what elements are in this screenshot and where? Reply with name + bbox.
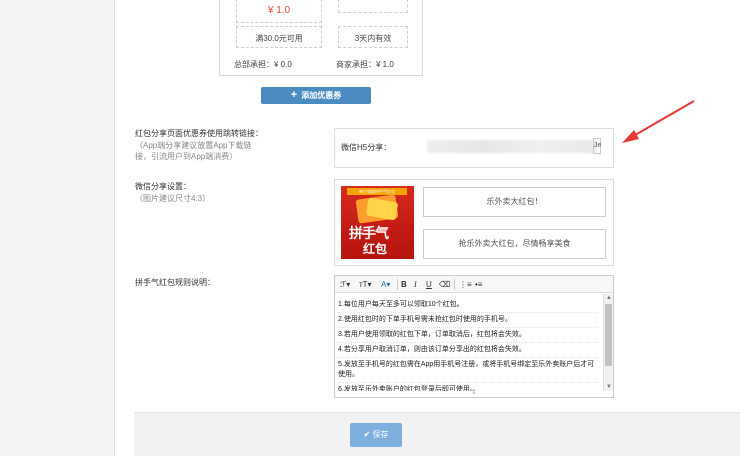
- share-image[interactable]: 每日领取拼手气红包 拼手气 红包: [341, 186, 414, 259]
- wechat-h5-input[interactable]: [427, 140, 597, 153]
- share-title-field[interactable]: 乐外卖大红包！: [423, 187, 606, 217]
- share-image-text-2: 红包: [363, 242, 388, 256]
- italic-icon[interactable]: I: [414, 279, 417, 290]
- coupon-validity: 3天内有效: [354, 34, 392, 43]
- wechat-share-panel: 每日领取拼手气红包 拼手气 红包 乐外卖大红包！ 抢乐外卖大红包，尽情畅享美食: [334, 179, 614, 266]
- editor-body[interactable]: 1.每位用户每天至多可以领取10个红包。 2.使用红包时的下单手机号需未抢红包时…: [335, 294, 601, 391]
- share-image-banner: 每日领取拼手气红包: [347, 188, 407, 195]
- redirect-link-panel: 微信H5分享： Je: [334, 128, 614, 168]
- toolbar-separator: [397, 279, 398, 290]
- wechat-share-label: 微信分享设置：: [135, 182, 191, 191]
- coupon-price: ¥ 1.0: [267, 5, 291, 16]
- wechat-h5-label: 微信H5分享：: [341, 143, 392, 152]
- scroll-up-icon[interactable]: ▲: [605, 294, 613, 302]
- save-bar: [134, 412, 740, 456]
- wechat-h5-input-end[interactable]: Je: [593, 138, 601, 154]
- font-family-icon[interactable]: ℱ▾: [340, 279, 350, 290]
- arrow-shaft: [629, 100, 695, 139]
- coupon-condition: 满30.0元可用: [255, 34, 303, 43]
- rules-editor: ℱ▾ тT▾ A▾ B I U ⌫ ⋮≡ •≡ 1.每位用户每天至多可以领取10…: [334, 275, 614, 398]
- add-coupon-button[interactable]: + 添加优惠券: [261, 87, 371, 104]
- add-coupon-label: 添加优惠券: [301, 91, 342, 100]
- wechat-share-hint: （图片建议尺寸4:3）: [135, 194, 211, 203]
- redirect-link-hint-1: （App端分享建议放置App下载链: [135, 141, 252, 150]
- save-label: 保存: [372, 430, 389, 439]
- unordered-list-icon[interactable]: •≡: [475, 279, 482, 290]
- rules-label: 拼手气红包规则说明：: [135, 278, 215, 287]
- scrollbar-thumb[interactable]: [605, 304, 612, 366]
- rule-line: 1.每位用户每天至多可以领取10个红包。: [338, 298, 598, 313]
- left-gutter: [0, 0, 114, 456]
- merchant-bear-text: 商家承担：¥ 1.0: [336, 60, 394, 69]
- toolbar-separator: [454, 279, 455, 290]
- rule-line: 3.若用户使用领取的红包下单，订单取消后，红包将会失效。: [338, 328, 598, 343]
- rule-line: 4.若分享用户取消订单，则由该订单分享出的红包将会失效。: [338, 343, 598, 358]
- plus-icon: +: [290, 89, 298, 101]
- font-color-icon[interactable]: A▾: [381, 279, 390, 290]
- coupon-card: ¥ 1.0 满30.0元可用 3天内有效 总部承担：¥ 0.0 商家承担：¥ 1…: [219, 0, 423, 76]
- rule-line: 5.发放至手机号的红包需在App用手机号注册，或将手机号绑定至乐外卖账户后才可使…: [338, 358, 598, 383]
- save-button[interactable]: ✔ 保存: [350, 423, 402, 447]
- share-desc-field[interactable]: 抢乐外卖大红包，尽情畅享美食: [423, 229, 606, 259]
- check-icon: ✔: [363, 430, 371, 439]
- editor-toolbar: ℱ▾ тT▾ A▾ B I U ⌫ ⋮≡ •≡: [335, 276, 613, 293]
- coupon-blank-box: [338, 0, 408, 13]
- bold-icon[interactable]: B: [401, 279, 407, 290]
- red-arrow-annotation: [622, 100, 695, 143]
- redirect-link-hint-2: 接，引流用户到App端消费）: [135, 152, 238, 161]
- coupon-price-box: ¥ 1.0: [236, 0, 322, 23]
- platform-bear-text: 总部承担：¥ 0.0: [234, 60, 292, 69]
- resize-handle-icon[interactable]: ⇕: [335, 389, 613, 397]
- coupon-validity-box: 3天内有效: [338, 26, 408, 48]
- coupon-condition-box: 满30.0元可用: [236, 26, 322, 48]
- ordered-list-icon[interactable]: ⋮≡: [459, 279, 472, 290]
- underline-icon[interactable]: U: [426, 279, 432, 290]
- arrow-head: [622, 130, 639, 143]
- editor-scrollbar[interactable]: ▲ ▼: [603, 294, 613, 391]
- redirect-link-label: 红包分享页面优惠券使用跳转链接：: [135, 129, 263, 138]
- font-size-icon[interactable]: тT▾: [359, 279, 372, 290]
- rule-line: 2.使用红包时的下单手机号需未抢红包时使用的手机号。: [338, 313, 598, 328]
- eraser-icon[interactable]: ⌫: [439, 279, 450, 290]
